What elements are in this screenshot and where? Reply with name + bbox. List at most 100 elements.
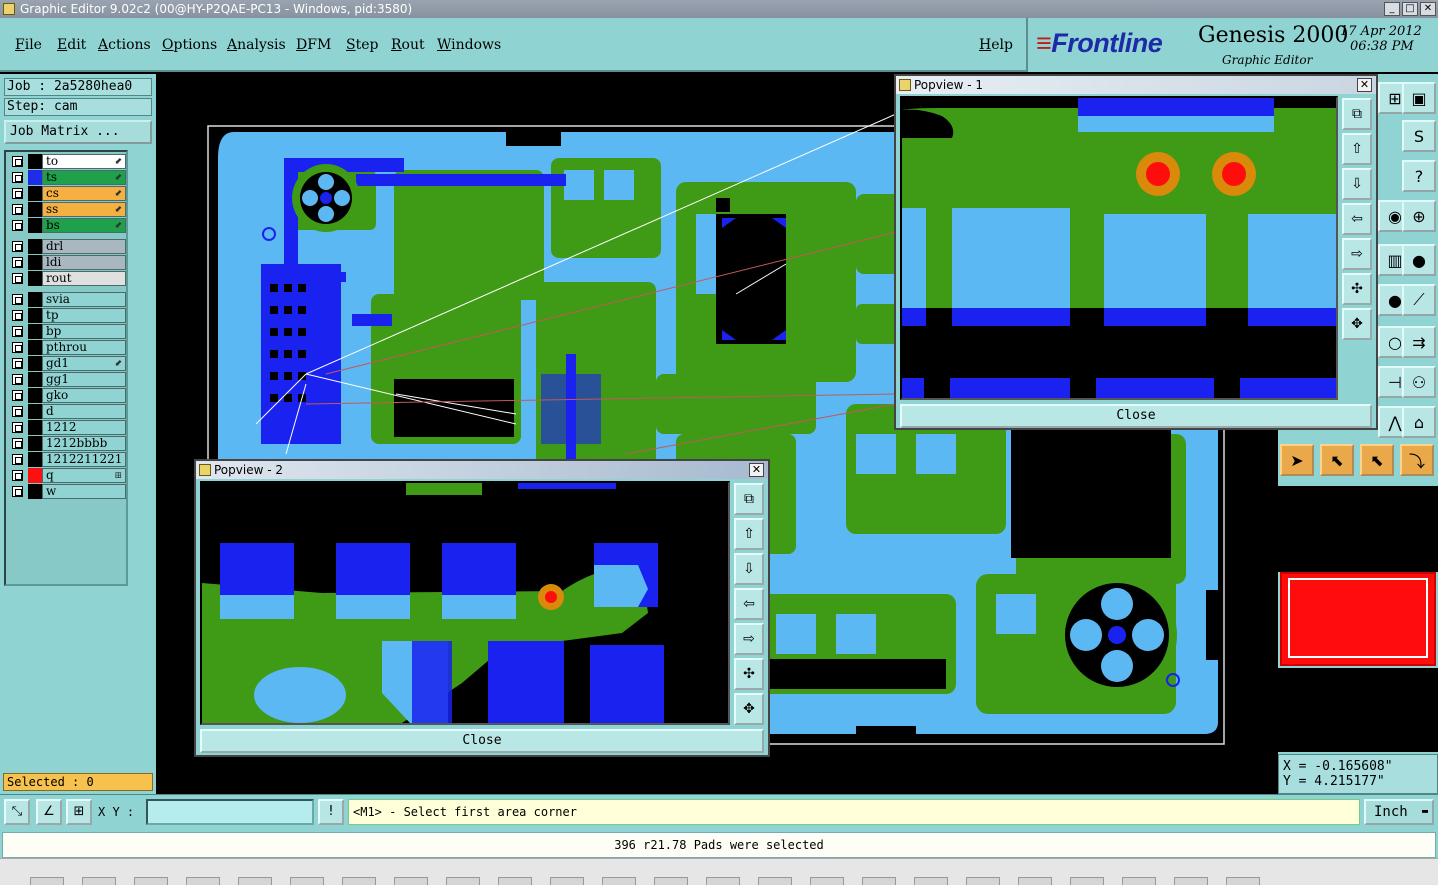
layer-name[interactable]: bp [42,324,126,339]
layer-name[interactable]: gko [42,388,126,403]
layer-row-gd1[interactable]: gd1 ⬋ [8,356,126,371]
layer-name[interactable]: q ⊞ [42,468,126,483]
taskbar-item[interactable] [654,877,688,885]
layer-swatch[interactable] [28,452,42,467]
layer-checkbox[interactable] [12,470,23,481]
layer-swatch[interactable] [28,420,42,435]
menu-windows[interactable]: Windows [437,37,501,53]
units-select[interactable]: Inch ▬ [1364,799,1434,825]
job-matrix-button[interactable]: Job Matrix ... [4,120,152,144]
menu-analysis[interactable]: Analysis [227,37,286,53]
tool-pad-icon[interactable]: ● [1402,244,1436,276]
pan-down-icon[interactable]: ⇩ [1342,168,1372,200]
layer-swatch[interactable] [28,404,42,419]
layer-swatch[interactable] [28,202,42,217]
taskbar-item[interactable] [966,877,1000,885]
menu-dfm[interactable]: DFM [296,37,331,53]
layer-checkbox[interactable] [12,454,23,465]
layer-swatch[interactable] [28,340,42,355]
taskbar-item[interactable] [1226,877,1260,885]
layer-checkbox[interactable] [12,342,23,353]
pan-right-icon[interactable]: ⇨ [1342,238,1372,270]
alert-icon[interactable]: ! [318,799,344,825]
zoom-in-icon[interactable]: ✣ [734,658,764,690]
layer-checkbox[interactable] [12,188,23,199]
taskbar-item[interactable] [914,877,948,885]
taskbar-item[interactable] [602,877,636,885]
layer-row-drl[interactable]: drl [8,239,126,254]
close-icon[interactable]: ✕ [1420,2,1436,16]
layer-name[interactable]: drl [42,239,126,254]
layer-row-svia[interactable]: svia [8,292,126,307]
taskbar-item[interactable] [446,877,480,885]
layer-swatch[interactable] [28,468,42,483]
taskbar-item[interactable] [394,877,428,885]
layer-name[interactable]: w [42,484,126,499]
layer-row-to[interactable]: to ⬋ [8,154,126,169]
taskbar-item[interactable] [706,877,740,885]
snap-grid-icon[interactable]: ⤡ [4,799,30,825]
taskbar-item[interactable] [1174,877,1208,885]
select-net-icon[interactable]: ⤵ [1400,444,1434,476]
taskbar-item[interactable] [134,877,168,885]
taskbar-item[interactable] [290,877,324,885]
tool-symbol-icon[interactable]: ⇉ [1402,326,1436,358]
layer-swatch[interactable] [28,324,42,339]
layer-swatch[interactable] [28,436,42,451]
menu-edit[interactable]: Edit [57,37,86,53]
layer-checkbox[interactable] [12,257,23,268]
taskbar-item[interactable] [550,877,584,885]
layer-row-1212211221[interactable]: 1212211221 [8,452,126,467]
layer-swatch[interactable] [28,218,42,233]
tool-route-icon[interactable]: S [1402,120,1436,152]
layer-checkbox[interactable] [12,172,23,183]
layer-checkbox[interactable] [12,438,23,449]
taskbar-item[interactable] [1122,877,1156,885]
layer-row-w[interactable]: w [8,484,126,499]
layer-swatch[interactable] [28,308,42,323]
tool-home-icon[interactable]: ▣ [1402,82,1436,114]
menu-step[interactable]: Step [346,37,378,53]
layer-row-ts[interactable]: ts ⬋ [8,170,126,185]
layer-swatch[interactable] [28,292,42,307]
layer-checkbox[interactable] [12,422,23,433]
layer-swatch[interactable] [28,388,42,403]
pan-down-icon[interactable]: ⇩ [734,553,764,585]
menu-rout[interactable]: Rout [391,37,425,53]
layer-swatch[interactable] [28,356,42,371]
layer-checkbox[interactable] [12,390,23,401]
taskbar-item[interactable] [82,877,116,885]
taskbar-item[interactable] [1018,877,1052,885]
layer-checkbox[interactable] [12,486,23,497]
pan-right-icon[interactable]: ⇨ [734,623,764,655]
layer-row-q[interactable]: q ⊞ [8,468,126,483]
menu-file[interactable]: File [15,37,42,53]
popview-1-close-icon[interactable]: ✕ [1357,78,1372,92]
layer-checkbox[interactable] [12,310,23,321]
layer-row-ss[interactable]: ss ⬋ [8,202,126,217]
pan-left-icon[interactable]: ⇦ [734,588,764,620]
minimize-icon[interactable]: _ [1384,2,1400,16]
layer-swatch[interactable] [28,154,42,169]
layer-row-1212[interactable]: 1212 [8,420,126,435]
layer-name[interactable]: cs ⬋ [42,186,126,201]
pan-up-icon[interactable]: ⇧ [1342,133,1372,165]
tool-arc2-icon[interactable]: ⌂ [1402,406,1436,438]
layer-swatch[interactable] [28,271,42,286]
menu-options[interactable]: Options [162,37,217,53]
zoom-in-icon[interactable]: ✣ [1342,273,1372,305]
tool-net-icon[interactable]: ⊕ [1402,200,1436,232]
select-arrow-icon[interactable]: ➤ [1280,444,1314,476]
layer-row-rout[interactable]: rout [8,271,126,286]
pan-left-icon[interactable]: ⇦ [1342,203,1372,235]
layer-row-tp[interactable]: tp [8,308,126,323]
popview-1-close-button[interactable]: Close [900,404,1372,428]
layer-name[interactable]: ts ⬋ [42,170,126,185]
popview-2-titlebar[interactable]: Popview - 2 ✕ [196,461,768,479]
layer-checkbox[interactable] [12,220,23,231]
layer-name[interactable]: gg1 [42,372,126,387]
snap-angle-icon[interactable]: ∠ [36,799,62,825]
menu-actions[interactable]: Actions [98,37,151,53]
popview-1-view[interactable] [900,96,1338,400]
layer-row-bs[interactable]: bs ⬋ [8,218,126,233]
